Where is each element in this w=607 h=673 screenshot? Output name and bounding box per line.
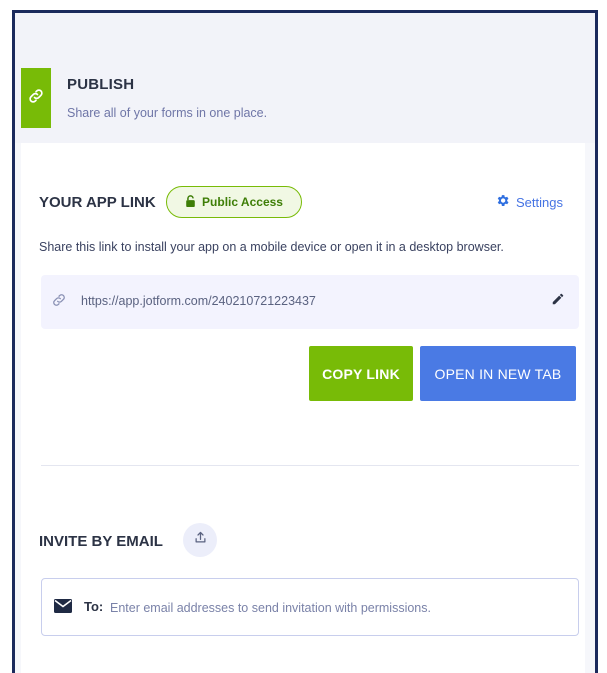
settings-button[interactable]: Settings [495,193,563,211]
badge-label: Public Access [202,195,283,209]
section-divider [41,465,579,466]
publish-header: PUBLISH Share all of your forms in one p… [15,13,595,143]
pencil-icon[interactable] [551,292,565,311]
page-title: PUBLISH [67,76,135,93]
app-link-card: YOUR APP LINK Public Access Settings Sha… [21,143,585,673]
publish-panel: PUBLISH Share all of your forms in one p… [12,10,598,673]
app-link-description: Share this link to install your app on a… [39,240,504,254]
link-icon [51,292,67,313]
app-url-field[interactable]: https://app.jotform.com/240210721223437 [41,275,579,329]
public-access-badge[interactable]: Public Access [166,186,302,218]
to-label: To: [84,599,104,614]
invite-title: INVITE BY EMAIL [39,533,163,550]
gear-icon [495,193,510,211]
email-input[interactable] [108,591,568,625]
app-url-text[interactable]: https://app.jotform.com/240210721223437 [81,294,316,308]
settings-label: Settings [516,194,563,210]
upload-icon [193,530,208,550]
lock-icon [185,194,196,210]
app-link-title: YOUR APP LINK [39,194,156,211]
header-accent [21,68,51,128]
copy-link-button[interactable]: COPY LINK [309,346,413,401]
envelope-icon [54,599,72,618]
page-subtitle: Share all of your forms in one place. [67,106,268,120]
link-icon [27,87,45,110]
upload-button[interactable] [183,523,217,557]
invite-email-field[interactable]: To: [41,578,579,636]
open-new-tab-button[interactable]: OPEN IN NEW TAB [420,346,576,401]
